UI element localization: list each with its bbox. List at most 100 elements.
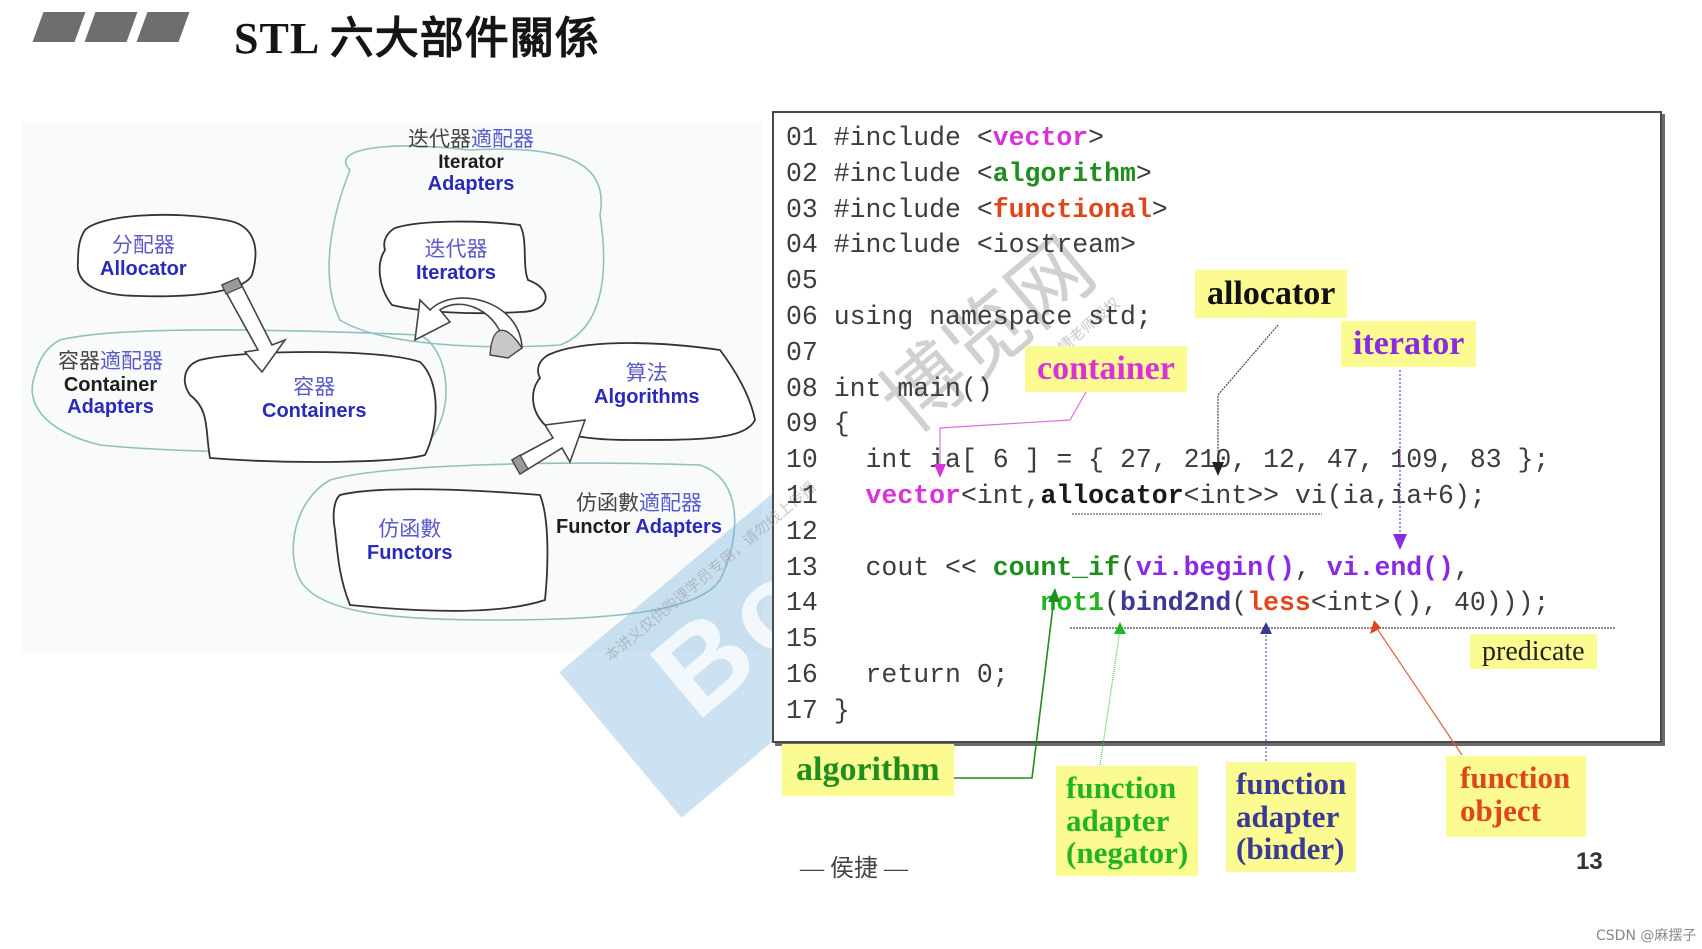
functor-adapters-label: 仿函數適配器 Functor Adapters: [556, 491, 722, 538]
code-token: >: [1135, 158, 1152, 189]
code-token: ,: [1294, 552, 1327, 583]
code-token: (: [1231, 588, 1248, 619]
code-line: 04 #include <iostream>: [786, 227, 1136, 263]
line-number: 13: [786, 552, 834, 583]
code-line: 07: [786, 335, 834, 371]
iterator-adapters-label: 迭代器適配器 Iterator Adapters: [408, 127, 534, 195]
code-token: #include <: [833, 123, 993, 153]
negator-line3: (negator): [1066, 835, 1189, 871]
code-token-highlight: bind2nd: [1119, 588, 1232, 619]
code-token: #include <iostream>: [833, 230, 1136, 261]
negator-line2: adapter: [1066, 802, 1170, 838]
code-token: cout <<: [833, 552, 993, 583]
code-token: #include <: [833, 194, 993, 225]
container-callout: container: [1025, 346, 1187, 392]
containers-label: 容器 Containers: [262, 375, 367, 422]
code-token: (: [1119, 552, 1136, 583]
binder-callout: function adapter (binder): [1226, 762, 1357, 872]
allocator-callout: allocator: [1195, 270, 1348, 318]
negator-callout: function adapter (negator): [1056, 766, 1199, 876]
code-line: 08 int main(): [786, 371, 993, 407]
code-token: (: [1104, 588, 1120, 619]
code-token: #include <: [833, 158, 993, 189]
code-line: 02 #include <algorithm>: [786, 156, 1152, 192]
functors-to-algorithms-arrow: [510, 419, 587, 476]
code-token: {: [833, 409, 850, 440]
predicate-callout-text: predicate: [1482, 636, 1585, 667]
algorithms-label: 算法 Algorithms: [594, 361, 700, 408]
code-token: }: [833, 695, 850, 726]
container-adapters-label: 容器適配器 Container Adapters: [58, 349, 163, 418]
code-line: 06 using namespace std;: [786, 299, 1152, 335]
code-line: 13 cout << count_if(vi.begin(), vi.end()…: [786, 550, 1470, 586]
code-token: >: [1151, 194, 1168, 225]
line-number: 09: [786, 409, 834, 440]
line-number: 06: [786, 302, 834, 332]
code-line: 15: [786, 621, 834, 657]
source-watermark: CSDN @麻摆子: [1596, 928, 1697, 944]
code-token-highlight: algorithm: [992, 158, 1136, 189]
code-token: >: [1088, 123, 1105, 153]
binder-line1: function: [1236, 766, 1347, 801]
code-line: 03 #include <functional>: [786, 192, 1168, 228]
code-token: int main(): [833, 373, 993, 404]
code-token-highlight: less: [1247, 588, 1311, 619]
code-token: return 0;: [833, 660, 1009, 690]
function-object-callout: function object: [1446, 756, 1587, 838]
line-number: 10: [786, 445, 834, 476]
code-line: 05: [786, 263, 834, 299]
line-number: 11: [786, 481, 834, 511]
code-line: 12: [786, 514, 834, 550]
code-token: <int>(), 40)));: [1310, 588, 1550, 619]
algorithm-callout: algorithm: [782, 744, 954, 796]
code-line: 16 return 0;: [786, 657, 1009, 693]
line-number: 01: [786, 123, 834, 153]
line-number: 16: [786, 660, 834, 690]
allocator-callout-text: allocator: [1207, 275, 1336, 312]
footer-author: — 侯捷 —: [800, 856, 908, 882]
code-line: 10 int ia[ 6 ] = { 27, 210, 12, 47, 109,…: [786, 442, 1549, 478]
code-token-highlight: not1: [1040, 588, 1105, 619]
code-token-highlight: vi.end(): [1326, 552, 1454, 583]
code-token: ,: [1453, 552, 1470, 583]
code-line: 14 not1(bind2nd(less<int>(), 40)));: [786, 585, 1549, 621]
line-number: 07: [786, 337, 834, 368]
iterator-callout: iterator: [1341, 321, 1477, 367]
binder-line2: adapter: [1236, 798, 1340, 834]
page-number: 13: [1576, 848, 1603, 875]
algorithm-callout-text: algorithm: [796, 751, 940, 788]
code-line: 09 {: [786, 406, 850, 442]
code-token-highlight: count_if: [992, 552, 1120, 583]
code-token-highlight: vector: [865, 481, 961, 511]
code-line: 17 }: [786, 693, 850, 729]
function-object-line1: function: [1460, 760, 1571, 795]
negator-line1: function: [1066, 770, 1177, 805]
line-number: 14: [786, 588, 834, 619]
line-number: 12: [786, 516, 834, 547]
binder-line3: (binder): [1236, 831, 1345, 867]
line-number: 04: [786, 230, 834, 261]
line-number: 17: [786, 695, 834, 726]
predicate-callout: predicate: [1470, 634, 1597, 670]
line-number: 03: [786, 194, 834, 225]
code-token: int ia[ 6 ] = { 27, 210, 12, 47, 109, 83…: [833, 445, 1550, 476]
line-number: 15: [786, 624, 834, 655]
code-token: <int,: [960, 481, 1041, 511]
code-token: <int>> vi(ia,ia+6);: [1183, 481, 1486, 511]
code-token-highlight: allocator: [1040, 481, 1184, 511]
iterator-callout-text: iterator: [1353, 325, 1465, 362]
iterators-label: 迭代器 Iterators: [416, 237, 497, 284]
function-object-line2: object: [1460, 792, 1541, 828]
line-number: 08: [786, 373, 834, 404]
code-line: 11 vector<int,allocator<int>> vi(ia,ia+6…: [786, 478, 1486, 514]
code-token-highlight: vi.begin(): [1135, 552, 1295, 583]
code-token-highlight: functional: [992, 194, 1152, 225]
container-callout-text: container: [1037, 350, 1175, 387]
line-number: 05: [786, 266, 834, 297]
line-number: 02: [786, 158, 834, 189]
code-token: using namespace std;: [833, 302, 1152, 332]
code-line: 01 #include <vector>: [786, 120, 1104, 156]
code-token-highlight: vector: [992, 123, 1089, 153]
